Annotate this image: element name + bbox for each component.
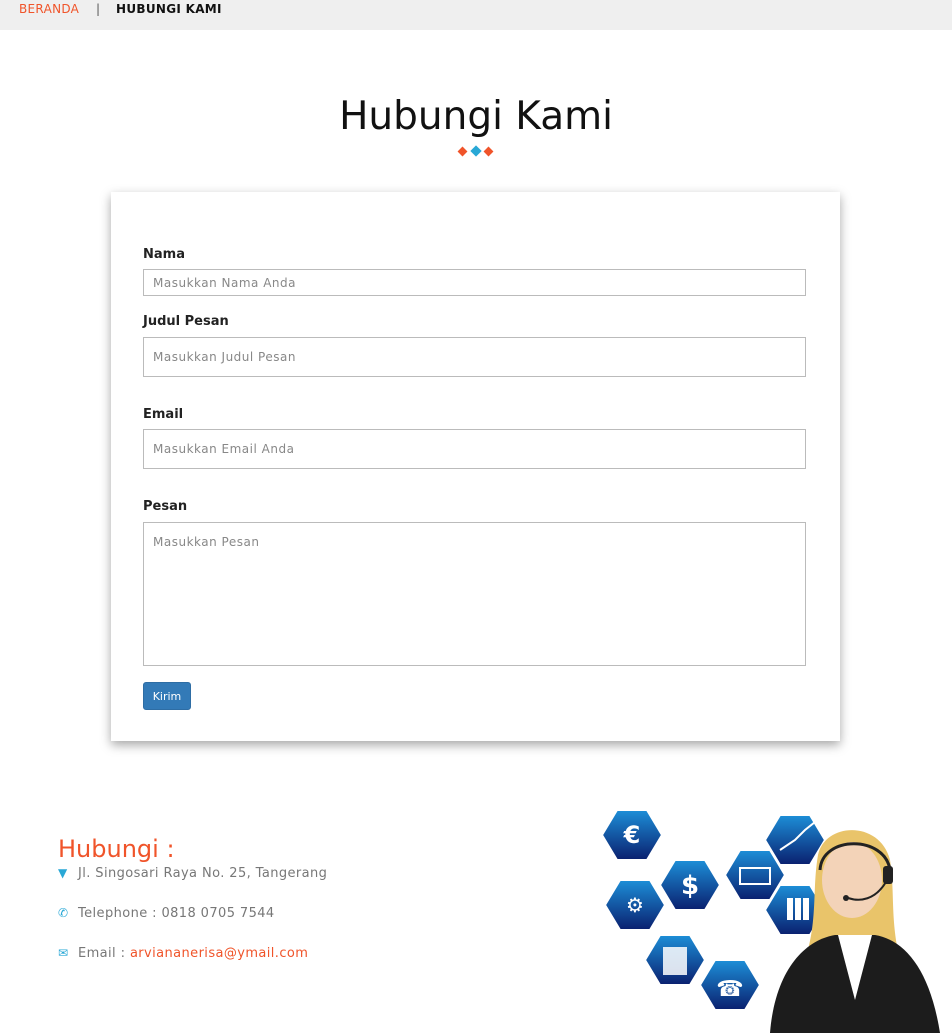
contact-address: ▼ Jl. Singosari Raya No. 25, Tangerang: [58, 866, 327, 881]
email-link[interactable]: arviananerisa@ymail.com: [130, 946, 308, 961]
nama-label: Nama: [143, 247, 185, 262]
phone-icon: ✆: [58, 906, 69, 920]
judul-pesan-input[interactable]: [143, 337, 806, 377]
contact-email: ✉ Email : arviananerisa@ymail.com: [58, 946, 308, 961]
contact-heading: Hubungi :: [58, 835, 175, 863]
map-marker-icon: ▼: [58, 866, 68, 880]
email-label: Email: [143, 407, 184, 422]
envelope-icon: ✉: [58, 946, 69, 960]
kirim-button[interactable]: Kirim: [143, 682, 191, 710]
breadcrumb-bar: BERANDA | HUBUNGI KAMI: [0, 0, 952, 30]
pesan-label: Pesan: [143, 499, 188, 514]
breadcrumb-current: HUBUNGI KAMI: [116, 2, 222, 16]
address-text: Jl. Singosari Raya No. 25, Tangerang: [78, 866, 328, 881]
contact-form: Nama Judul Pesan Email Pesan Kirim: [111, 192, 840, 741]
nama-input[interactable]: [143, 269, 806, 296]
svg-text:⚙: ⚙: [626, 893, 644, 917]
telephone-text: Telephone : 0818 0705 7544: [78, 906, 275, 921]
email-label-text: Email :: [78, 946, 126, 961]
person-face: [822, 842, 882, 918]
svg-text:$: $: [681, 871, 699, 901]
contact-telephone: ✆ Telephone : 0818 0705 7544: [58, 906, 275, 921]
judul-pesan-label: Judul Pesan: [143, 314, 229, 329]
svg-text:€: €: [623, 821, 641, 849]
title-divider-ornament: [457, 145, 497, 158]
customer-service-illustration: € $ ⚙ ☎: [600, 810, 940, 1033]
page-title: Hubungi Kami: [339, 94, 613, 139]
breadcrumb-home-link[interactable]: BERANDA: [19, 2, 79, 16]
email-input[interactable]: [143, 429, 806, 469]
breadcrumb-separator: |: [96, 2, 101, 16]
svg-text:☎: ☎: [716, 977, 743, 1002]
pesan-textarea[interactable]: [143, 522, 806, 666]
